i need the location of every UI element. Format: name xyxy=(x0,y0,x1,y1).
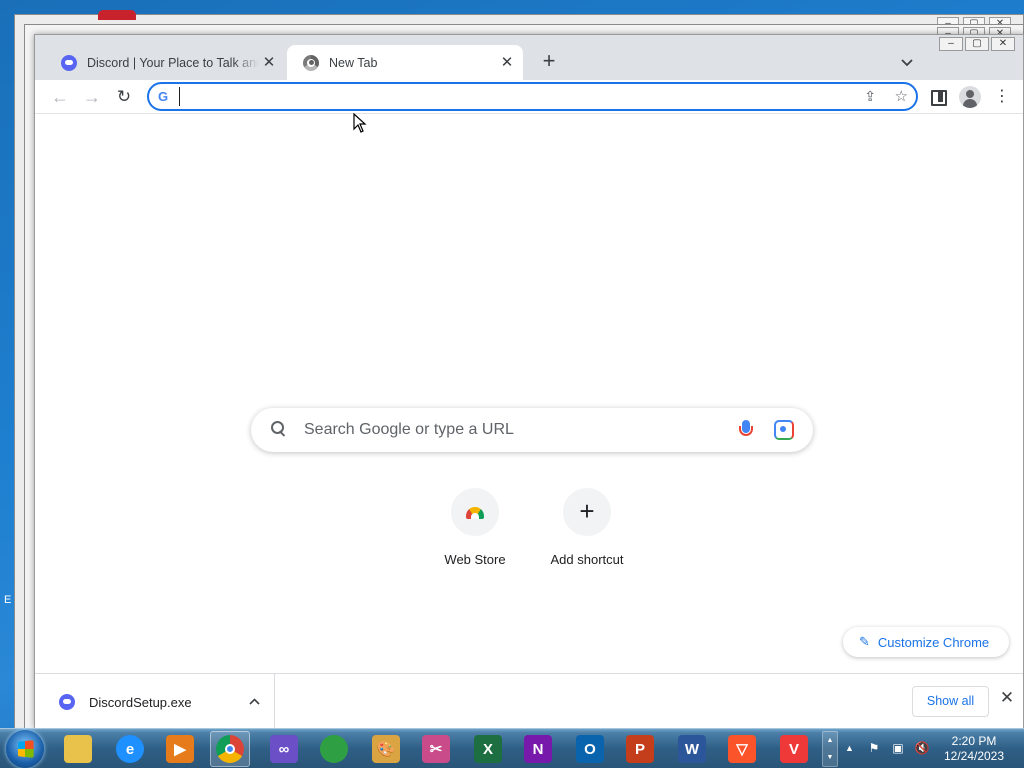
chrome-icon xyxy=(216,735,244,763)
taskbar-internet-explorer[interactable]: e xyxy=(110,731,150,767)
minimize-button[interactable]: – xyxy=(939,37,963,51)
taskbar-snipping-tool[interactable]: ✂ xyxy=(416,731,456,767)
paint-icon: 🎨 xyxy=(372,735,400,763)
search-placeholder: Search Google or type a URL xyxy=(304,421,514,438)
chevron-up-icon[interactable] xyxy=(249,696,260,708)
maximize-button[interactable]: ▢ xyxy=(965,37,989,51)
share-icon[interactable]: ⇪ xyxy=(864,88,876,105)
microphone-icon[interactable] xyxy=(739,420,753,440)
taskbar: e ▶ ∞ 🎨 ✂ X N O P W ▽ V ▲ ▼ ▲ ⚑ ▣ 🔇 2:20 PM 12/24/20… xyxy=(0,728,1024,768)
back-button[interactable]: ← xyxy=(47,84,73,110)
internet-explorer-icon: e xyxy=(116,735,144,763)
customize-chrome-label: Customize Chrome xyxy=(877,634,990,650)
taskbar-powerpoint[interactable]: P xyxy=(620,731,660,767)
forward-button[interactable]: → xyxy=(79,84,105,110)
taskbar-excel[interactable]: X xyxy=(468,731,508,767)
onenote-icon: N xyxy=(524,735,552,763)
excel-icon: X xyxy=(474,735,502,763)
reload-button[interactable]: ↻ xyxy=(111,84,137,110)
tab-discord[interactable]: Discord | Your Place to Talk and Hang Ou… xyxy=(45,45,285,80)
tab-close-icon[interactable]: ✕ xyxy=(259,53,279,73)
side-panel-icon[interactable] xyxy=(928,87,947,106)
shortcut-label: Add shortcut xyxy=(550,552,624,567)
address-bar[interactable]: G ⇪ ☆ xyxy=(147,82,918,111)
address-input[interactable] xyxy=(179,87,839,106)
media-player-icon: ▶ xyxy=(166,735,194,763)
ntp-search-box[interactable]: Search Google or type a URL xyxy=(251,408,813,452)
taskbar-brave[interactable]: ▽ xyxy=(722,731,762,767)
window-controls: – ▢ ✕ xyxy=(939,37,1015,51)
outlook-icon: O xyxy=(576,735,604,763)
shortcut-web-store[interactable]: Web Store xyxy=(419,488,531,567)
taskbar-media-player[interactable]: ▶ xyxy=(160,731,200,767)
new-tab-page: Search Google or type a URL Web Store + … xyxy=(35,115,1023,673)
new-tab-button[interactable]: + xyxy=(537,50,561,74)
taskbar-file-explorer[interactable] xyxy=(58,731,98,767)
chrome-icon xyxy=(303,54,319,71)
taskbar-scroll[interactable]: ▲ ▼ xyxy=(822,731,838,767)
background-red-element xyxy=(98,10,136,20)
tab-search-button[interactable] xyxy=(895,50,919,74)
network-icon[interactable]: ▣ xyxy=(890,740,906,756)
discord-icon xyxy=(59,694,75,710)
volume-muted-icon[interactable]: 🔇 xyxy=(914,740,930,756)
snipping-tool-icon: ✂ xyxy=(422,735,450,763)
clock[interactable]: 2:20 PM 12/24/2023 xyxy=(936,734,1012,764)
tab-label: New Tab xyxy=(329,55,378,70)
google-lens-icon[interactable] xyxy=(774,420,794,440)
tray-expand-icon[interactable]: ▲ xyxy=(845,743,854,753)
taskbar-visual-studio[interactable]: ∞ xyxy=(264,731,304,767)
chevron-down-icon xyxy=(901,59,913,67)
pencil-icon: ✎ xyxy=(859,634,870,649)
vivaldi-icon: V xyxy=(780,735,808,763)
download-bar: DiscordSetup.exe Show all ✕ xyxy=(35,673,1023,730)
taskbar-onenote[interactable]: N xyxy=(518,731,558,767)
google-g-icon: G xyxy=(158,89,169,104)
close-download-bar-icon[interactable]: ✕ xyxy=(997,688,1017,708)
tab-close-icon[interactable]: ✕ xyxy=(497,53,517,73)
chrome-window: Discord | Your Place to Talk and Hang Ou… xyxy=(34,34,1024,730)
powerpoint-icon: P xyxy=(626,735,654,763)
profile-avatar[interactable] xyxy=(959,86,981,108)
bookmark-star-icon[interactable]: ☆ xyxy=(895,87,908,105)
discord-icon xyxy=(61,54,77,71)
show-all-button[interactable]: Show all xyxy=(912,686,989,717)
taskbar-paint[interactable]: 🎨 xyxy=(366,731,406,767)
plus-icon: + xyxy=(579,496,595,526)
clock-time: 2:20 PM xyxy=(951,734,997,748)
search-icon xyxy=(269,419,289,439)
shortcut-tile xyxy=(451,488,499,536)
download-item[interactable]: DiscordSetup.exe xyxy=(45,674,275,730)
shortcut-tile: + xyxy=(563,488,611,536)
menu-kebab-icon[interactable]: ⋮ xyxy=(993,84,1011,110)
taskbar-vivaldi[interactable]: V xyxy=(774,731,814,767)
toolbar: ← → ↻ G ⇪ ☆ ⋮ xyxy=(35,80,1023,114)
windows-media-center-icon xyxy=(320,735,348,763)
taskbar-chrome[interactable] xyxy=(210,731,250,767)
shortcut-add[interactable]: + Add shortcut xyxy=(531,488,643,567)
customize-chrome-button[interactable]: ✎ Customize Chrome xyxy=(843,627,1009,657)
visual-studio-icon: ∞ xyxy=(270,735,298,763)
webstore-icon xyxy=(466,507,484,519)
clock-date: 12/24/2023 xyxy=(943,749,1005,763)
tab-label: Discord | Your Place to Talk and Hang Ou… xyxy=(87,55,259,70)
download-filename: DiscordSetup.exe xyxy=(89,694,192,710)
shortcut-label: Web Store xyxy=(444,552,506,567)
file-explorer-icon xyxy=(64,735,92,763)
taskbar-windows-media-center[interactable] xyxy=(314,731,354,767)
word-icon: W xyxy=(678,735,706,763)
tab-new-tab[interactable]: New Tab ✕ xyxy=(287,45,523,80)
brave-icon: ▽ xyxy=(728,735,756,763)
tab-strip: Discord | Your Place to Talk and Hang Ou… xyxy=(35,35,1023,80)
flag-icon[interactable]: ⚑ xyxy=(866,740,882,756)
desktop-partial-label: E xyxy=(4,594,12,606)
close-window-button[interactable]: ✕ xyxy=(991,37,1015,51)
taskbar-word[interactable]: W xyxy=(672,731,712,767)
start-button[interactable] xyxy=(6,730,44,768)
taskbar-outlook[interactable]: O xyxy=(570,731,610,767)
